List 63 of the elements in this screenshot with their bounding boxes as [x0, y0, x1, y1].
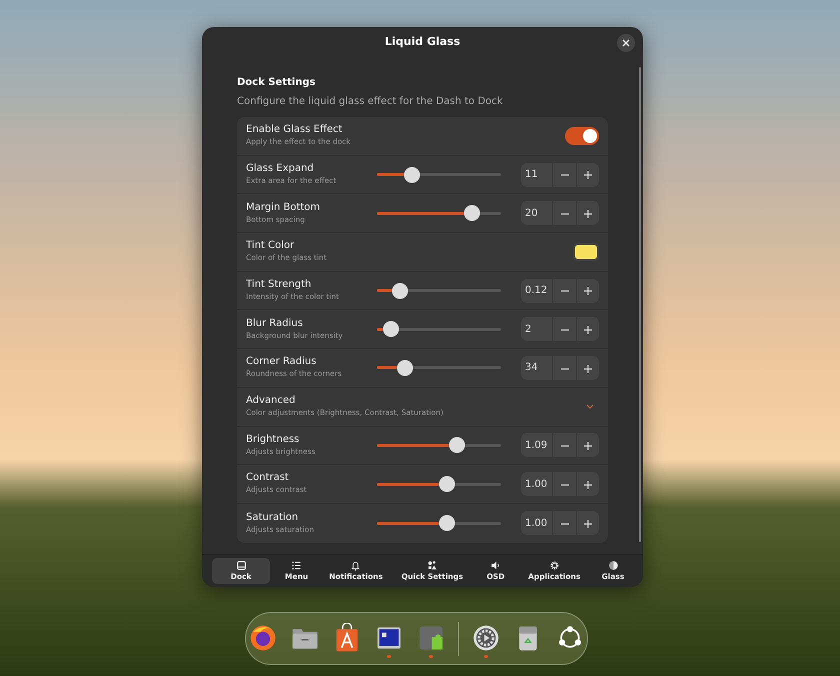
slider-track[interactable]: [377, 166, 501, 183]
dock-item[interactable]: [248, 622, 278, 652]
plus-icon: [584, 326, 592, 334]
window-title: Liquid Glass: [384, 34, 460, 50]
spin-field[interactable]: 11: [521, 162, 599, 187]
slider-thumb[interactable]: [383, 321, 400, 338]
speaker-icon: [490, 560, 502, 571]
setting-label: Margin Bottom: [246, 202, 322, 214]
slider-thumb[interactable]: [439, 476, 455, 492]
slider-track[interactable]: [377, 476, 501, 492]
bell-icon: [350, 560, 362, 571]
setting-label: Contrast: [246, 472, 290, 484]
setting-label: Glass Expand: [246, 162, 315, 175]
color-swatch[interactable]: [573, 242, 599, 261]
toggle-switch[interactable]: [565, 126, 599, 145]
slider-track[interactable]: [377, 515, 501, 532]
setting-label: Blur Radius: [246, 318, 304, 330]
slider-thumb[interactable]: [448, 437, 465, 454]
section-title: Dock Settings: [237, 76, 316, 90]
slider-track[interactable]: [377, 321, 501, 338]
plus-icon: [584, 287, 592, 296]
spin-field[interactable]: 1.00: [521, 472, 599, 496]
plus-icon: [584, 171, 592, 180]
menu-icon: [291, 560, 302, 571]
close-icon: [622, 39, 630, 47]
plus-icon: [584, 520, 592, 528]
setting-label: Corner Radius: [246, 356, 318, 368]
chevron-icon[interactable]: [586, 404, 594, 410]
circle-icon: [608, 560, 618, 571]
gear-icon: [548, 560, 560, 571]
slider-track[interactable]: [377, 437, 501, 454]
plus-icon: [584, 480, 592, 489]
spin-field[interactable]: 1.09: [521, 433, 599, 458]
slider-thumb[interactable]: [439, 515, 455, 532]
gear-icon: [471, 622, 501, 652]
plus-icon: [584, 210, 592, 218]
slider-track[interactable]: [377, 205, 501, 222]
slider-thumb[interactable]: [404, 166, 420, 183]
spin-field[interactable]: 2: [521, 317, 599, 342]
setting-label: Tint Color: [246, 240, 296, 252]
spin-field[interactable]: 20: [521, 201, 599, 226]
spin-field[interactable]: 0.12: [521, 278, 599, 303]
setting-label: Saturation: [246, 512, 300, 524]
dock-icon: [236, 560, 246, 571]
scrollbar[interactable]: [639, 67, 641, 542]
dock-item[interactable]: [471, 622, 501, 652]
plus-icon: [584, 442, 592, 450]
slider-thumb[interactable]: [464, 205, 480, 222]
slider-thumb[interactable]: [396, 360, 413, 376]
shapes-icon: [426, 560, 438, 571]
browser-icon: [248, 622, 278, 652]
section-description: Configure the liquid glass effect for the Dash to Dock: [237, 95, 504, 109]
slider-thumb[interactable]: [392, 282, 408, 299]
spin-field[interactable]: 34: [521, 356, 599, 380]
slider-track[interactable]: [377, 360, 501, 376]
setting-label: Tint Strength: [246, 278, 312, 291]
setting-label: Brightness: [246, 434, 300, 446]
close-button[interactable]: [617, 34, 635, 52]
plus-icon: [584, 364, 592, 373]
slider-track[interactable]: [377, 282, 501, 299]
setting-label: Advanced: [246, 395, 296, 408]
setting-label: Enable Glass Effect: [246, 124, 344, 136]
spin-field[interactable]: 1.00: [521, 511, 599, 536]
